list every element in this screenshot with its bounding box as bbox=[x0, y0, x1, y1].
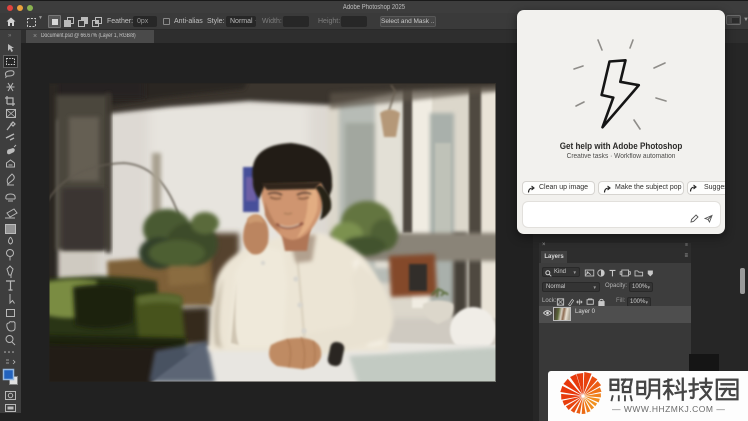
svg-text:»: » bbox=[8, 33, 12, 39]
